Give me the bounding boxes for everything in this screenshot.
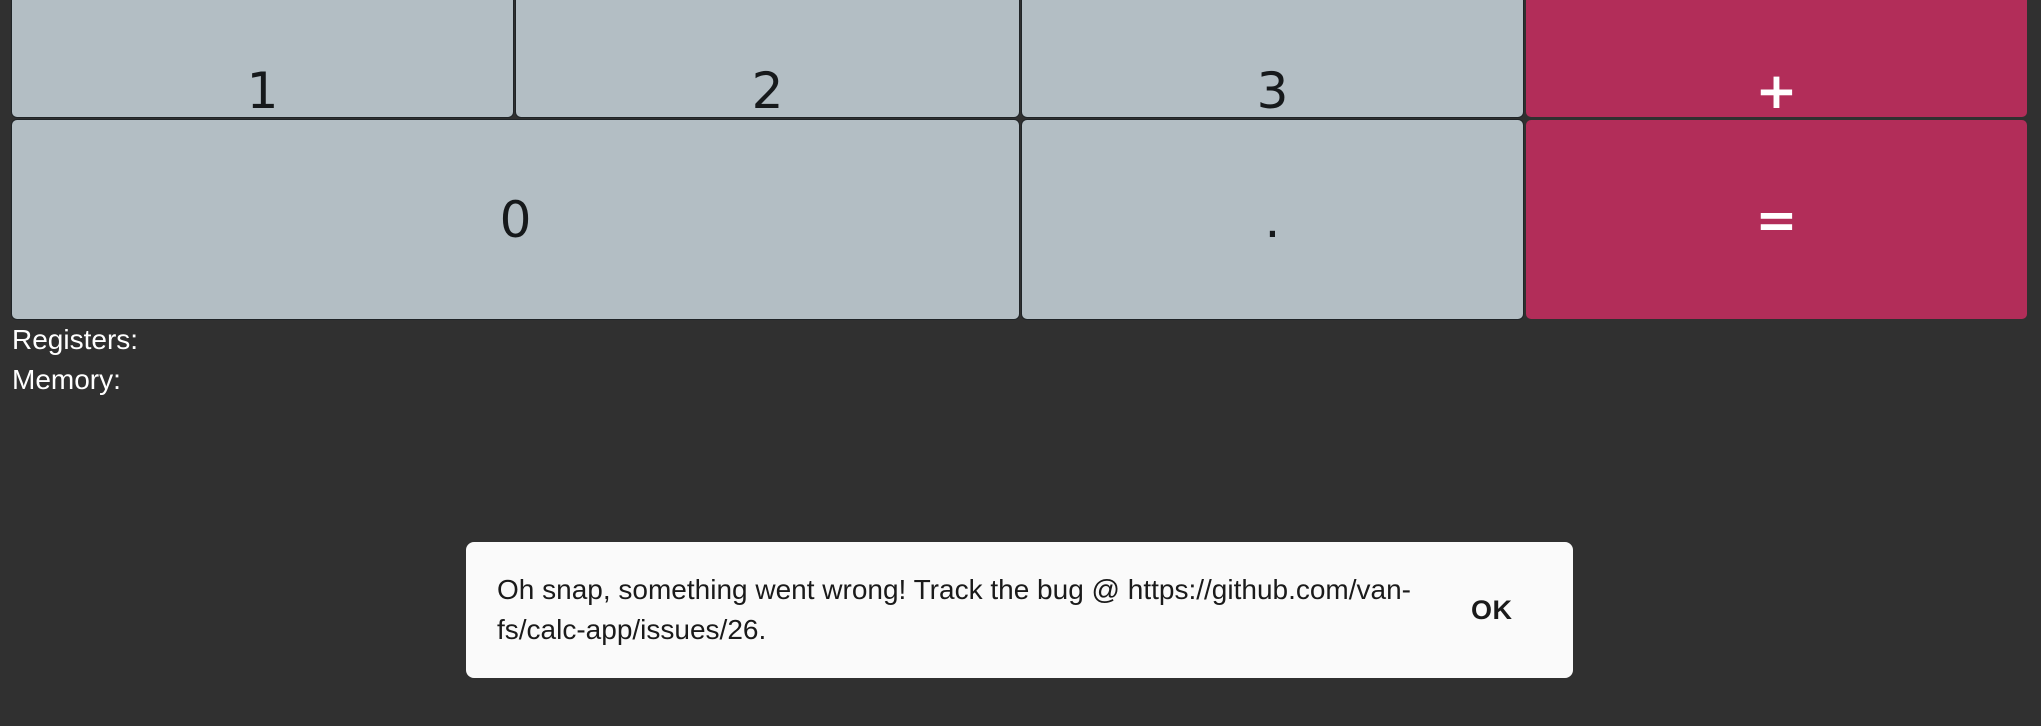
key-decimal[interactable]: . <box>1021 119 1524 320</box>
key-0-label: 0 <box>499 190 532 249</box>
key-1-label: 1 <box>246 62 279 120</box>
key-1[interactable]: 1 <box>11 0 514 118</box>
key-2-label: 2 <box>751 62 784 120</box>
snackbar-ok-button[interactable]: OK <box>1457 583 1527 638</box>
key-decimal-label: . <box>1264 190 1281 249</box>
key-2[interactable]: 2 <box>515 0 1020 118</box>
key-3[interactable]: 3 <box>1021 0 1524 118</box>
key-equals-label: = <box>1755 190 1798 249</box>
error-snackbar: Oh snap, something went wrong! Track the… <box>466 542 1573 678</box>
calculator-app: 1 2 3 + 0 . = Registers: Memory: Oh snap… <box>0 0 2041 726</box>
key-equals[interactable]: = <box>1525 119 2028 320</box>
key-plus-label: + <box>1755 62 1798 120</box>
key-plus[interactable]: + <box>1525 0 2028 118</box>
registers-label: Registers: <box>12 324 139 355</box>
snackbar-message: Oh snap, something went wrong! Track the… <box>497 574 1412 645</box>
key-3-label: 3 <box>1256 62 1289 120</box>
memory-label: Memory: <box>12 364 121 395</box>
key-0[interactable]: 0 <box>11 119 1020 320</box>
